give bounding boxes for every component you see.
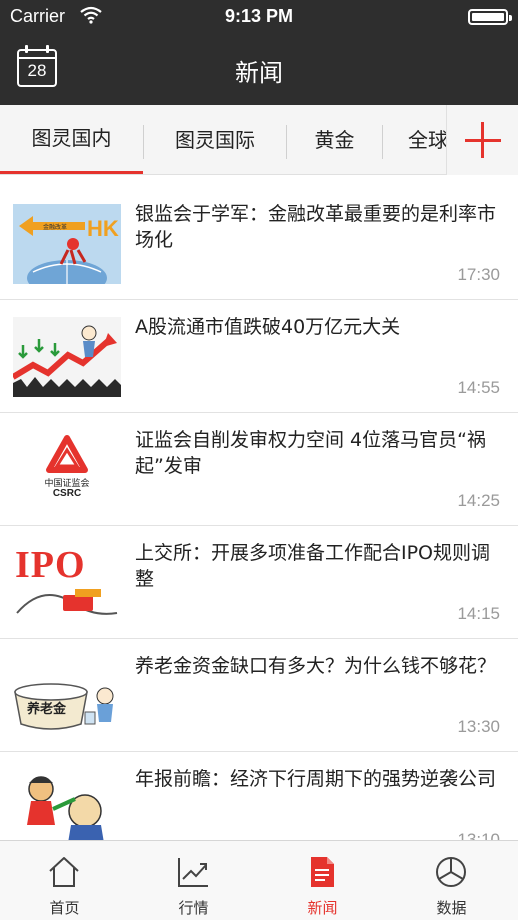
- news-time: 13:30: [457, 717, 500, 736]
- news-headline: 年报前瞻：经济下行周期下的强势逆袭公司: [135, 768, 497, 790]
- battery-icon: [468, 9, 512, 25]
- news-item[interactable]: 年报前瞻：经济下行周期下的强势逆袭公司 13:10: [0, 752, 518, 840]
- status-bar: Carrier 9:13 PM: [0, 0, 518, 34]
- news-headline: 上交所：开展多项准备工作配合IPO规则调整: [135, 542, 491, 590]
- svg-text:金融改革: 金融改革: [43, 223, 67, 231]
- status-time: 9:13 PM: [224, 6, 294, 26]
- csrc-logo-image: 中国证监会 CSRC: [13, 430, 121, 510]
- tab-international[interactable]: 图灵国际: [144, 105, 286, 174]
- news-time: 17:30: [457, 265, 500, 284]
- add-category-button[interactable]: [446, 105, 518, 175]
- ipo-logo-text: IPO: [15, 544, 86, 586]
- news-headline: 养老金资金缺口有多大？为什么钱不够花？: [135, 655, 497, 677]
- bottom-tab-news[interactable]: 新闻: [258, 841, 387, 920]
- bottom-tab-label: 首页: [49, 899, 80, 917]
- news-headline: 证监会自削发审权力空间 4位落马官员“祸起”发审: [135, 429, 486, 477]
- market-cartoon-image: [13, 317, 121, 397]
- tab-gold[interactable]: 黄金: [287, 105, 382, 174]
- bottom-tab-bar: 首页 行情 新闻 数据: [0, 840, 518, 920]
- ipo-image: IPO: [13, 543, 121, 623]
- tab-domestic[interactable]: 图灵国内: [0, 105, 143, 174]
- calendar-icon: [25, 45, 49, 53]
- pension-cartoon-image: 养老金: [13, 656, 121, 736]
- trend-chart-icon: [178, 858, 208, 887]
- category-tabs: 图灵国内 图灵国际 黄金 全球: [0, 105, 518, 175]
- top-header: Carrier 9:13 PM 28 新闻: [0, 0, 518, 105]
- news-document-icon: [311, 857, 334, 887]
- bottom-tab-label: 数据: [436, 899, 467, 917]
- svg-text:HK: HK: [87, 216, 119, 241]
- news-time: 14:55: [457, 378, 500, 397]
- home-icon: [49, 857, 79, 887]
- bottom-tab-market[interactable]: 行情: [129, 841, 258, 920]
- annual-report-cartoon-image: [13, 769, 121, 840]
- hk-cartoon-image: 金融改革 HK: [13, 204, 121, 284]
- bottom-tab-label: 行情: [178, 899, 209, 917]
- navigation-bar: 28 新闻: [0, 34, 518, 105]
- news-item[interactable]: IPO 上交所：开展多项准备工作配合IPO规则调整 14:15: [0, 526, 518, 639]
- bottom-tab-label: 新闻: [307, 899, 338, 917]
- page-title: 新闻: [235, 59, 283, 87]
- pie-chart-icon: [436, 857, 466, 887]
- news-time: 13:10: [457, 830, 500, 840]
- news-list[interactable]: 金融改革 HK 银监会于学军：金融改革最重要的是利率市场化 17:30 A股流通…: [0, 187, 518, 840]
- news-item[interactable]: 金融改革 HK 银监会于学军：金融改革最重要的是利率市场化 17:30: [0, 187, 518, 300]
- bottom-tab-home[interactable]: 首页: [0, 841, 129, 920]
- news-headline: 银监会于学军：金融改革最重要的是利率市场化: [135, 203, 497, 251]
- bottom-tab-data[interactable]: 数据: [387, 841, 516, 920]
- news-headline: A股流通市值跌破40万亿元大关: [135, 316, 401, 338]
- news-time: 14:25: [457, 491, 500, 510]
- news-item[interactable]: 中国证监会 CSRC 证监会自削发审权力空间 4位落马官员“祸起”发审 14:2…: [0, 413, 518, 526]
- news-time: 14:15: [457, 604, 500, 623]
- pension-label: 养老金: [27, 702, 67, 717]
- news-item[interactable]: 养老金 养老金资金缺口有多大？为什么钱不够花？ 13:30: [0, 639, 518, 752]
- news-item[interactable]: A股流通市值跌破40万亿元大关 14:55: [0, 300, 518, 413]
- csrc-logo-abbr: CSRC: [52, 488, 82, 499]
